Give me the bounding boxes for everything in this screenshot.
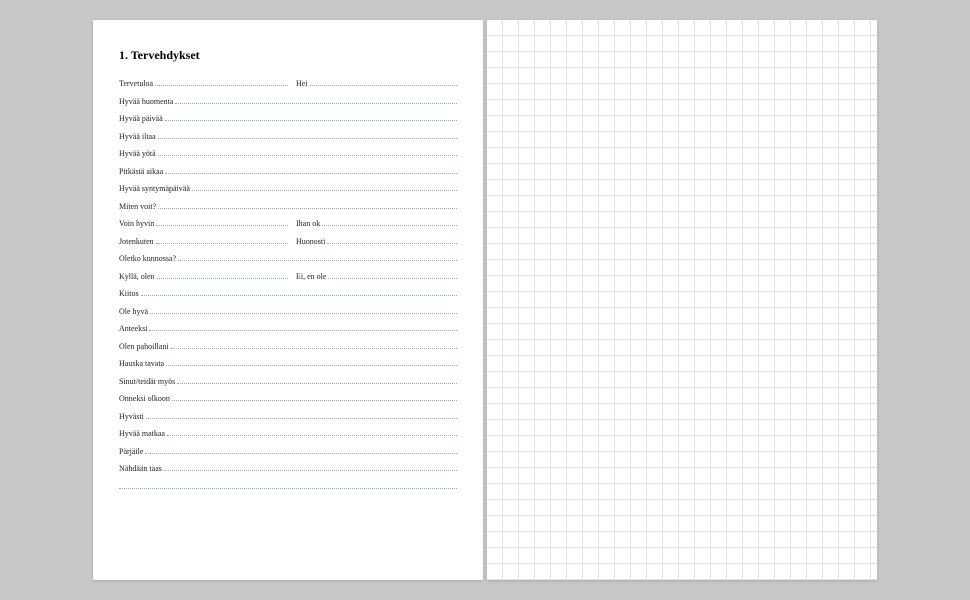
dotted-line <box>145 447 457 454</box>
term: Ole hyvä <box>119 307 150 316</box>
vocab-row: Voin hyvin Ihan ok <box>119 219 457 228</box>
term: Hyvää syntymäpäivää <box>119 184 192 193</box>
term: Pitkästä aikaa <box>119 167 165 176</box>
vocab-row: Kiitos <box>119 289 457 298</box>
dotted-line <box>146 412 457 419</box>
dotted-line <box>165 167 457 174</box>
dotted-line <box>156 237 288 244</box>
vocab-row: Anteeksi <box>119 324 457 333</box>
vocabulary-list: Tervetuloa Hei Hyvää huomenta Hyvää päivää H… <box>119 79 457 473</box>
term: Hyvää matkaa <box>119 429 167 438</box>
term: Tervetuloa <box>119 79 155 88</box>
term: Voin hyvin <box>119 219 156 228</box>
vocab-row: Jotenkuten Huonosti <box>119 237 457 246</box>
vocab-row: Pärjäile <box>119 447 457 456</box>
vocab-row: Hyvää syntymäpäivää <box>119 184 457 193</box>
dotted-line <box>328 272 457 279</box>
dotted-line <box>327 237 457 244</box>
page-spread: 1. Tervehdykset Tervetuloa Hei Hyvää huome… <box>93 20 877 580</box>
dotted-line <box>172 394 457 401</box>
vocab-row: Kyllä, olen Ei, en ole <box>119 272 457 281</box>
term: Olen pahoillani <box>119 342 171 351</box>
vocab-row: Sinut/teidät myös <box>119 377 457 386</box>
term: Ihan ok <box>296 219 322 228</box>
dotted-line <box>192 184 457 191</box>
dotted-line <box>156 219 288 226</box>
term: Ei, en ole <box>296 272 328 281</box>
term: Hyvää yötä <box>119 149 158 158</box>
dotted-line <box>149 324 457 331</box>
dotted-line <box>175 97 457 104</box>
term: Hyvää huomenta <box>119 97 175 106</box>
dotted-line <box>165 114 457 121</box>
term: Hyvästi <box>119 412 146 421</box>
dotted-line <box>164 464 457 471</box>
vocab-row: Miten voit? <box>119 202 457 211</box>
right-page-grid <box>487 20 877 580</box>
term: Hyvää päivää <box>119 114 165 123</box>
section-heading: 1. Tervehdykset <box>119 48 457 63</box>
vocab-row: Onneksi olkoon <box>119 394 457 403</box>
vocab-row: Ole hyvä <box>119 307 457 316</box>
term: Anteeksi <box>119 324 149 333</box>
vocab-row: Nähdään taas <box>119 464 457 473</box>
term: Hei <box>296 79 310 88</box>
dotted-line <box>157 272 288 279</box>
dotted-line <box>158 132 457 139</box>
term: Nähdään taas <box>119 464 164 473</box>
vocab-row: Hyvästi <box>119 412 457 421</box>
dotted-line <box>158 149 457 156</box>
vocab-row: Hyvää iltaa <box>119 132 457 141</box>
vocab-row: Hyvää matkaa <box>119 429 457 438</box>
vocab-row: Hauska tavata <box>119 359 457 368</box>
term: Hauska tavata <box>119 359 166 368</box>
vocab-row: Pitkästä aikaa <box>119 167 457 176</box>
vocab-row: Hyvää päivää <box>119 114 457 123</box>
dotted-line <box>310 79 457 86</box>
dotted-line <box>158 202 457 209</box>
vocab-row: Tervetuloa Hei <box>119 79 457 88</box>
vocab-row: Olen pahoillani <box>119 342 457 351</box>
term: Onneksi olkoon <box>119 394 172 403</box>
term: Hyvää iltaa <box>119 132 158 141</box>
term: Huonosti <box>296 237 327 246</box>
term: Pärjäile <box>119 447 145 456</box>
dotted-line <box>155 79 288 86</box>
dotted-line <box>322 219 457 226</box>
term: Oletko kunnossa? <box>119 254 178 263</box>
vocab-row: Hyvää huomenta <box>119 97 457 106</box>
dotted-line <box>167 429 457 436</box>
term: Kiitos <box>119 289 141 298</box>
term: Kyllä, olen <box>119 272 157 281</box>
blank-line <box>119 482 457 489</box>
vocab-row: Hyvää yötä <box>119 149 457 158</box>
dotted-line <box>171 342 457 349</box>
dotted-line <box>177 377 457 384</box>
term: Sinut/teidät myös <box>119 377 177 386</box>
dotted-line <box>141 289 457 296</box>
dotted-line <box>166 359 457 366</box>
dotted-line <box>119 482 457 489</box>
term: Jotenkuten <box>119 237 156 246</box>
left-page: 1. Tervehdykset Tervetuloa Hei Hyvää huome… <box>93 20 483 580</box>
vocab-row: Oletko kunnossa? <box>119 254 457 263</box>
dotted-line <box>178 254 457 261</box>
term: Miten voit? <box>119 202 158 211</box>
dotted-line <box>150 307 457 314</box>
